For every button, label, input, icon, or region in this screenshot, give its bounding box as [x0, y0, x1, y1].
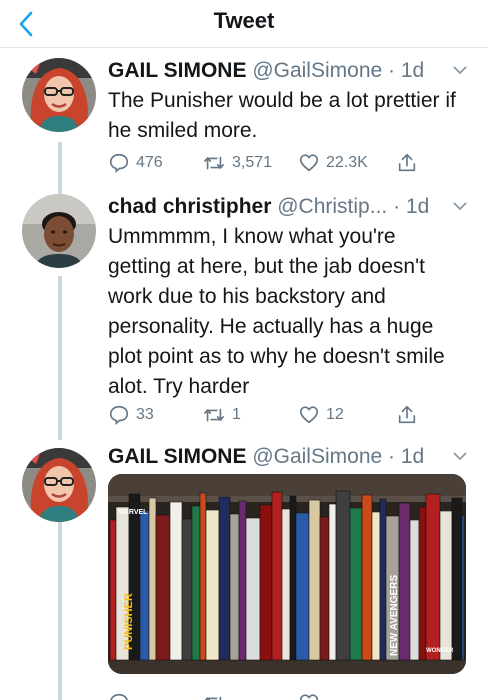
like-icon: [299, 694, 319, 700]
timestamp: · 1d: [393, 195, 430, 218]
like-icon: [299, 406, 319, 424]
user-handle[interactable]: @Christip...: [277, 195, 387, 218]
timestamp: · 1d: [388, 59, 425, 82]
reply-count: 33: [136, 406, 154, 423]
share-icon: [398, 153, 416, 172]
book-spine: [289, 495, 297, 661]
avatar[interactable]: [22, 448, 96, 522]
book-spine: [245, 517, 261, 661]
book-spine: [259, 504, 273, 661]
tweet-actions: 476 3,571 22.3K: [108, 150, 448, 176]
book-spine: [238, 500, 247, 661]
book-spine: [398, 502, 411, 661]
timestamp: · 1d: [388, 445, 425, 468]
book-label-punisher: PUNISHER: [123, 593, 135, 650]
book-spine: [181, 518, 193, 661]
book-label-wonder: WONDER: [426, 648, 454, 654]
book-spine: [295, 512, 310, 661]
retweet-icon: [204, 408, 224, 422]
book-spine: [109, 519, 117, 661]
like-count: 12: [326, 406, 344, 423]
like-button[interactable]: [298, 690, 320, 700]
book-spine: [218, 496, 231, 661]
book-spine: [349, 507, 363, 661]
retweet-count: 3,571: [232, 154, 273, 171]
book-spine: [335, 490, 351, 661]
retweet-icon: [204, 156, 224, 170]
tweet-text: Ummmmm, I know what you're getting at he…: [108, 225, 445, 398]
reply-count: 476: [136, 154, 163, 171]
book-spine: [461, 514, 465, 661]
page-title: Tweet: [213, 8, 275, 33]
tweet-header: GAIL SIMONE @GailSimone · 1d: [108, 442, 438, 472]
book-spine: [319, 516, 330, 661]
chevron-down-icon: [453, 66, 467, 75]
chevron-down-icon: [453, 452, 467, 461]
retweet-button[interactable]: 3,571: [202, 150, 272, 176]
retweet-button[interactable]: 1: [202, 402, 241, 428]
book-spine: [425, 493, 441, 661]
book-spine: [308, 499, 321, 661]
display-name[interactable]: chad christipher: [108, 195, 271, 218]
reply-button[interactable]: 33: [108, 402, 154, 428]
book-spine: [139, 510, 150, 661]
book-spine: [451, 497, 463, 661]
more-options-button[interactable]: [448, 60, 472, 80]
tweet-text: The Punisher would be a lot prettier if …: [108, 89, 456, 142]
tweet[interactable]: GAIL SIMONE @GailSimone · 1d MARVEL PUNI…: [0, 442, 488, 700]
book-label-new-avengers: NEW AVENGERS: [389, 575, 400, 656]
more-options-button[interactable]: [448, 196, 472, 216]
book-spine: [371, 511, 381, 661]
tweet-photo[interactable]: MARVEL PUNISHER NEW AVENGERS WONDER: [108, 474, 466, 674]
share-button[interactable]: [396, 150, 418, 176]
retweet-count: 1: [232, 406, 241, 423]
retweet-button[interactable]: [202, 690, 226, 700]
reply-button[interactable]: [108, 690, 130, 700]
book-label-marvel: MARVEL: [118, 509, 148, 516]
book-spine: [271, 491, 283, 661]
chevron-down-icon: [453, 202, 467, 211]
user-handle[interactable]: @GailSimone: [252, 59, 382, 82]
display-name[interactable]: GAIL SIMONE: [108, 59, 246, 82]
tweet-actions: 33 1 12: [108, 402, 448, 428]
tweet-header: GAIL SIMONE @GailSimone · 1d: [108, 56, 438, 86]
book-spine: [439, 510, 453, 661]
book-spine: [205, 509, 220, 661]
reply-icon: [110, 693, 128, 700]
display-name[interactable]: GAIL SIMONE: [108, 445, 246, 468]
like-button[interactable]: 22.3K: [298, 150, 368, 176]
more-options-button[interactable]: [448, 446, 472, 466]
book-spine: [155, 514, 171, 661]
book-spine: [379, 498, 387, 661]
nav-bar: Tweet: [0, 0, 488, 48]
share-icon: [398, 405, 416, 424]
book-spine: [281, 508, 291, 661]
share-button[interactable]: [396, 402, 418, 428]
reply-icon: [109, 153, 129, 174]
book-spine: [148, 497, 157, 661]
book-spine: [169, 501, 183, 661]
book-spine: [418, 506, 427, 661]
book-spine: [361, 494, 373, 661]
reply-icon: [109, 405, 129, 426]
tweet-actions: [108, 690, 448, 700]
like-icon: [299, 154, 319, 172]
book-spine: [409, 519, 420, 661]
book-spine: [229, 513, 240, 661]
book-spine: [199, 492, 207, 661]
tweet-header: chad christipher @Christip... · 1d: [108, 192, 438, 222]
tweet[interactable]: GAIL SIMONE @GailSimone · 1d The Punishe…: [0, 56, 488, 186]
book-spine: [328, 503, 337, 661]
tweet[interactable]: chad christipher @Christip... · 1d Ummmm…: [0, 192, 488, 432]
avatar[interactable]: [22, 194, 96, 268]
like-count: 22.3K: [326, 154, 368, 171]
avatar[interactable]: [22, 58, 96, 132]
retweet-icon: [204, 696, 222, 700]
like-button[interactable]: 12: [298, 402, 344, 428]
reply-button[interactable]: 476: [108, 150, 163, 176]
book-spine: [191, 505, 201, 661]
user-handle[interactable]: @GailSimone: [252, 445, 382, 468]
